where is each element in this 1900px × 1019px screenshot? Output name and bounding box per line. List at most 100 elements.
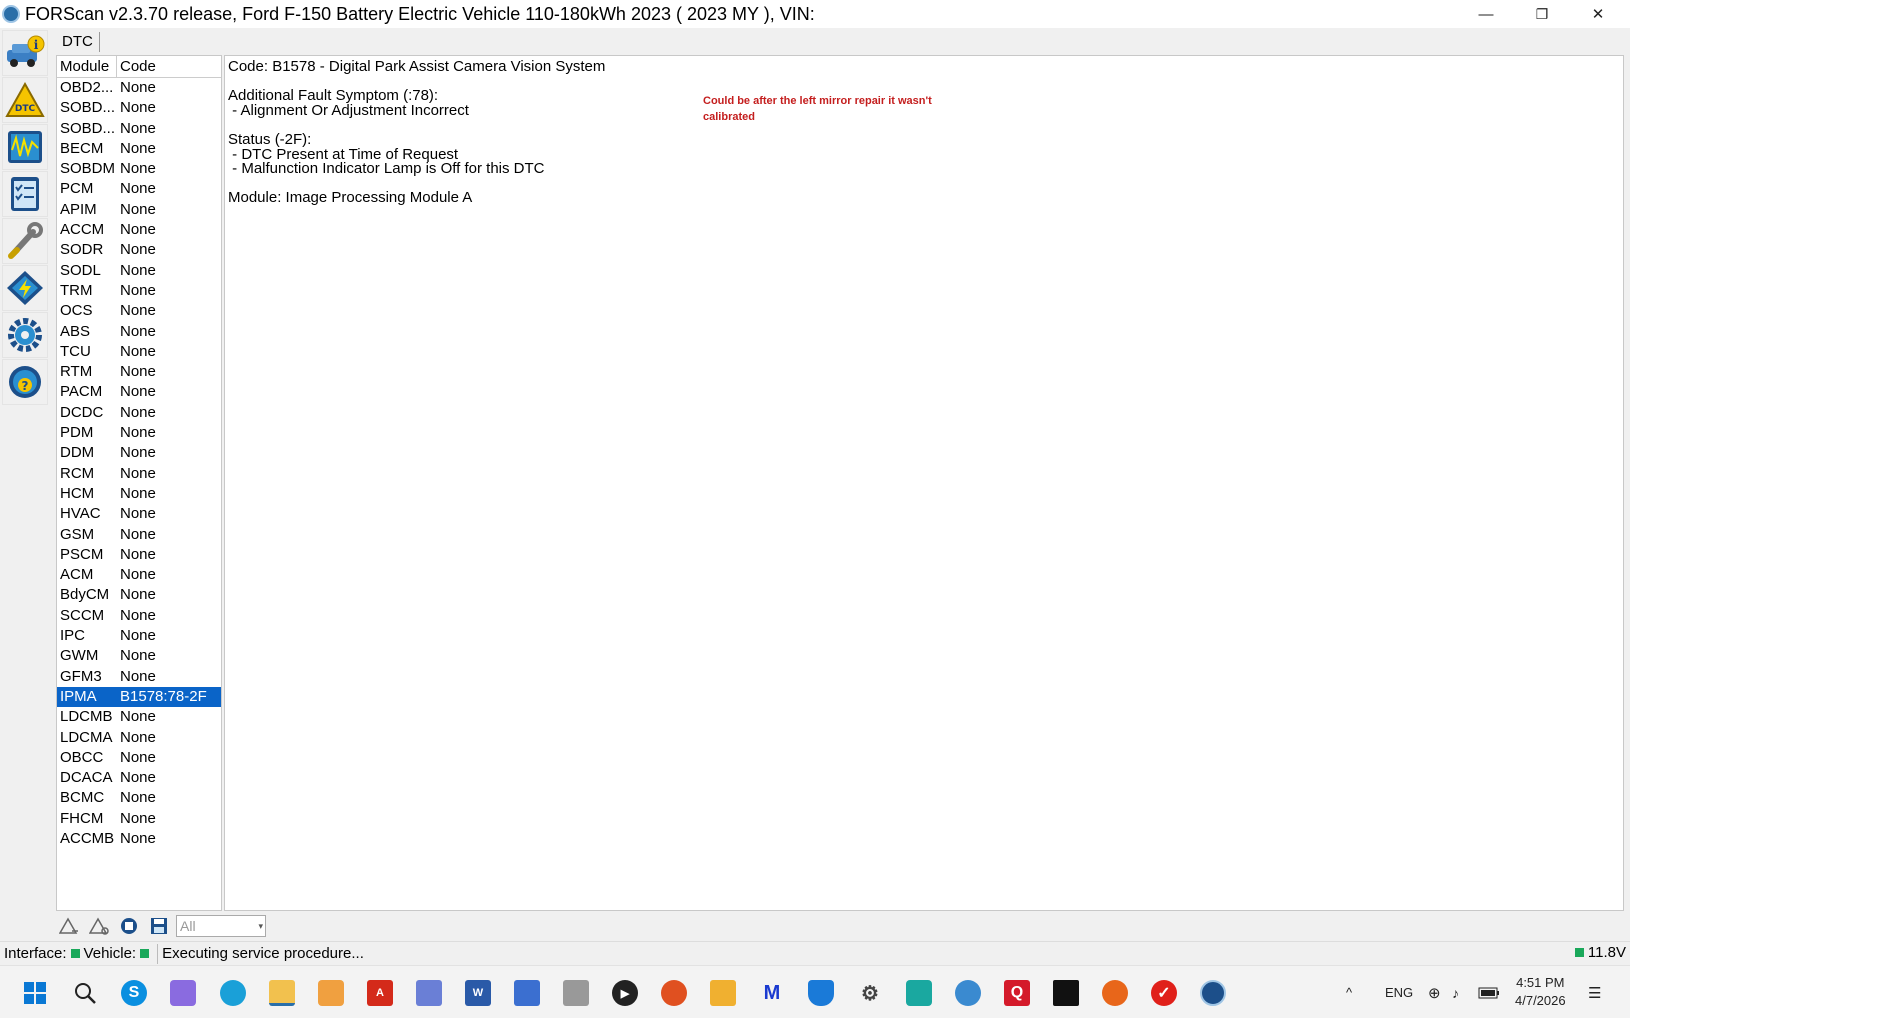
table-row[interactable]: LDCMB None bbox=[57, 707, 221, 727]
interface-indicator-icon bbox=[70, 949, 80, 958]
quicken-icon[interactable]: Q bbox=[1004, 980, 1030, 1006]
battery-shape bbox=[1478, 987, 1499, 998]
table-row[interactable]: SOBDM None bbox=[57, 159, 221, 179]
sync-app-icon[interactable] bbox=[906, 980, 932, 1006]
service-checklist-button[interactable] bbox=[2, 171, 48, 217]
table-row[interactable]: BdyCM None bbox=[57, 585, 221, 605]
table-row[interactable]: SODR None bbox=[57, 240, 221, 260]
settings-icon[interactable]: ⚙ bbox=[857, 980, 883, 1006]
module-name-cell: OBCC bbox=[60, 748, 104, 766]
table-row[interactable]: ACCMB None bbox=[57, 829, 221, 849]
settings-button[interactable] bbox=[2, 312, 48, 358]
dtc-button[interactable]: DTC bbox=[2, 77, 48, 123]
close-button[interactable]: ✕ bbox=[1570, 0, 1626, 28]
notepad-icon[interactable] bbox=[514, 980, 540, 1006]
table-row[interactable]: TCU None bbox=[57, 342, 221, 362]
terminal-icon[interactable] bbox=[1053, 980, 1079, 1006]
app-purple-icon[interactable] bbox=[170, 980, 196, 1006]
table-row[interactable]: BCMC None bbox=[57, 788, 221, 808]
minimize-button[interactable]: — bbox=[1458, 0, 1514, 28]
table-row[interactable]: GFM3 None bbox=[57, 667, 221, 687]
module-name-cell: DCACA bbox=[60, 769, 113, 787]
table-row[interactable]: SOBD... None bbox=[57, 119, 221, 139]
table-row[interactable]: IPMA B1578:78-2F bbox=[57, 686, 221, 708]
table-row[interactable]: PSCM None bbox=[57, 545, 221, 565]
table-row[interactable]: SCCM None bbox=[57, 606, 221, 626]
dtc-code-cell: None bbox=[120, 302, 156, 320]
ccleaner-icon[interactable] bbox=[661, 980, 687, 1006]
module-name-cell: SCCM bbox=[60, 606, 105, 624]
table-row[interactable]: DDM None bbox=[57, 443, 221, 463]
restore-button[interactable]: ❐ bbox=[1514, 0, 1570, 28]
read-dtc-button[interactable] bbox=[86, 914, 112, 938]
utility-app-icon[interactable] bbox=[710, 980, 736, 1006]
table-row[interactable]: APIM None bbox=[57, 200, 221, 220]
table-row[interactable]: SOBD... None bbox=[57, 98, 221, 118]
file-explorer-icon[interactable] bbox=[269, 980, 295, 1006]
table-row[interactable]: ACM None bbox=[57, 565, 221, 585]
table-row[interactable]: HVAC None bbox=[57, 504, 221, 524]
table-row[interactable]: PACM None bbox=[57, 382, 221, 402]
network-globe-icon[interactable]: ⊕ bbox=[1428, 966, 1441, 1019]
module-name-cell: RCM bbox=[60, 464, 95, 482]
edge-browser-icon[interactable] bbox=[220, 980, 246, 1006]
table-row[interactable]: TRM None bbox=[57, 281, 221, 301]
language-indicator[interactable]: ENG bbox=[1385, 966, 1413, 1019]
vehicle-info-button[interactable]: i bbox=[2, 30, 48, 76]
defender-shield-icon[interactable] bbox=[808, 980, 834, 1006]
table-row[interactable]: LDCMA None bbox=[57, 728, 221, 748]
tab-dtc[interactable]: DTC bbox=[56, 32, 100, 52]
notebook-app-icon[interactable] bbox=[416, 980, 442, 1006]
clear-dtc-button[interactable] bbox=[56, 914, 82, 938]
acrobat-icon[interactable]: A bbox=[367, 980, 393, 1006]
notification-bell-icon[interactable]: ☰ bbox=[1588, 966, 1601, 1019]
table-row[interactable]: FHCM None bbox=[57, 809, 221, 829]
table-row[interactable]: DCACA None bbox=[57, 768, 221, 788]
help-button[interactable]: ? bbox=[2, 359, 48, 405]
table-row[interactable]: ABS None bbox=[57, 322, 221, 342]
table-row[interactable]: GWM None bbox=[57, 646, 221, 666]
table-row[interactable]: BECM None bbox=[57, 139, 221, 159]
status-message: Executing service procedure... bbox=[162, 945, 364, 962]
firefox-icon[interactable] bbox=[1102, 980, 1128, 1006]
tray-overflow-button[interactable]: ^ bbox=[1346, 966, 1352, 1019]
table-row[interactable]: PCM None bbox=[57, 179, 221, 199]
save-button[interactable] bbox=[146, 914, 172, 938]
todo-check-icon[interactable]: ✓ bbox=[1151, 980, 1177, 1006]
module-name-cell: ACCM bbox=[60, 221, 105, 239]
table-row[interactable]: PDM None bbox=[57, 423, 221, 443]
table-row[interactable]: RCM None bbox=[57, 464, 221, 484]
media-app-icon[interactable] bbox=[318, 980, 344, 1006]
table-row[interactable]: GSM None bbox=[57, 525, 221, 545]
skype-icon[interactable]: S bbox=[121, 980, 147, 1006]
battery-icon[interactable] bbox=[1478, 966, 1500, 1019]
speaker-icon[interactable]: ♪ bbox=[1452, 966, 1459, 1019]
malwarebytes-icon[interactable]: M bbox=[759, 980, 785, 1006]
media-player-icon[interactable]: ▶ bbox=[612, 980, 638, 1006]
table-row[interactable]: DCDC None bbox=[57, 403, 221, 423]
table-row[interactable]: RTM None bbox=[57, 362, 221, 382]
network-app-icon[interactable] bbox=[955, 980, 981, 1006]
table-row[interactable]: HCM None bbox=[57, 484, 221, 504]
oscilloscope-button[interactable] bbox=[2, 124, 48, 170]
table-row[interactable]: OBCC None bbox=[57, 748, 221, 768]
word-icon[interactable]: W bbox=[465, 980, 491, 1006]
table-row[interactable]: OCS None bbox=[57, 301, 221, 321]
module-column-header[interactable]: Module bbox=[57, 56, 117, 77]
system-clock[interactable]: 4:51 PM 4/7/2026 bbox=[1515, 974, 1566, 1010]
table-row[interactable]: ACCM None bbox=[57, 220, 221, 240]
start-button[interactable] bbox=[22, 980, 48, 1006]
table-row[interactable]: SODL None bbox=[57, 261, 221, 281]
table-row[interactable]: OBD2... None bbox=[57, 78, 221, 98]
search-button[interactable] bbox=[72, 980, 98, 1006]
stop-button[interactable] bbox=[116, 914, 142, 938]
code-column-header[interactable]: Code bbox=[117, 56, 156, 77]
table-row[interactable]: IPC None bbox=[57, 626, 221, 646]
service-functions-button[interactable] bbox=[2, 218, 48, 264]
dtc-code-cell: None bbox=[120, 342, 156, 360]
device-app-icon[interactable] bbox=[563, 980, 589, 1006]
module-name-cell: GSM bbox=[60, 525, 95, 543]
module-configuration-button[interactable] bbox=[2, 265, 48, 311]
forscan-taskbar-icon[interactable] bbox=[1200, 980, 1226, 1006]
filter-select[interactable]: All ▾ bbox=[176, 915, 266, 937]
